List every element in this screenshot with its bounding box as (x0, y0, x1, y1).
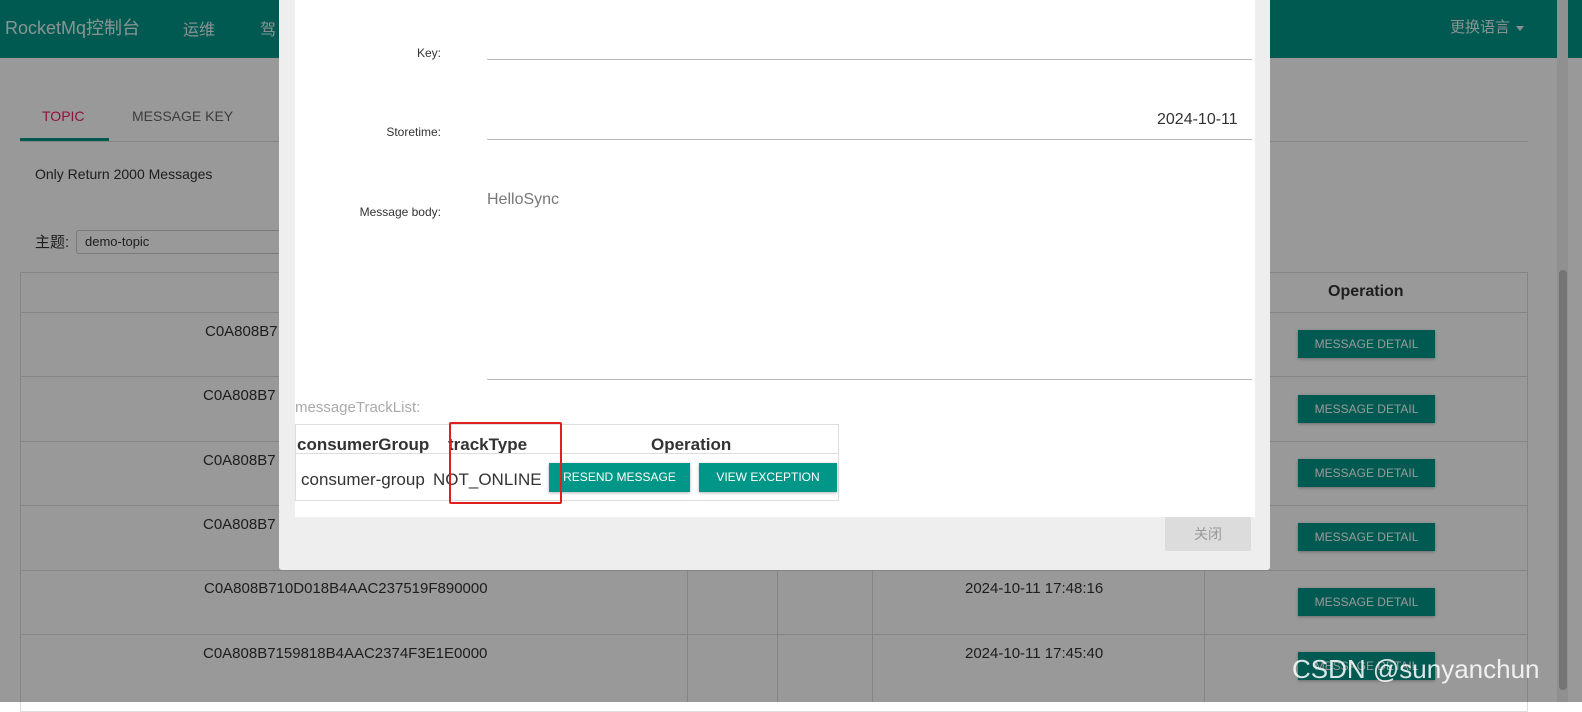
highlight-annotation-box (449, 422, 562, 504)
header-divider (296, 453, 838, 454)
storetime-label: Storetime: (386, 125, 441, 139)
message-body-label: Message body: (359, 205, 441, 219)
storetime-value: 2024-10-11 (1157, 111, 1238, 128)
message-body-field (487, 379, 1252, 380)
message-body-value: HelloSync (487, 191, 560, 208)
message-track-table: consumerGroup trackType Operation consum… (295, 424, 839, 501)
storetime-field (487, 139, 1252, 140)
message-detail-dialog: Key: Storetime: 2024-10-11 Message body:… (279, 0, 1270, 570)
message-track-list-label: messageTrackList: (295, 399, 421, 416)
view-exception-button[interactable]: VIEW EXCEPTION (699, 463, 837, 492)
consumer-group-cell: consumer-group (301, 470, 425, 489)
watermark-text: CSDN @sunyanchun (1292, 654, 1540, 684)
close-dialog-button[interactable]: 关闭 (1165, 517, 1251, 551)
operation-header: Operation (651, 435, 732, 454)
resend-message-button[interactable]: RESEND MESSAGE (549, 463, 690, 492)
consumer-group-header: consumerGroup (297, 435, 430, 454)
key-label: Key: (416, 46, 441, 60)
key-field (487, 59, 1252, 60)
